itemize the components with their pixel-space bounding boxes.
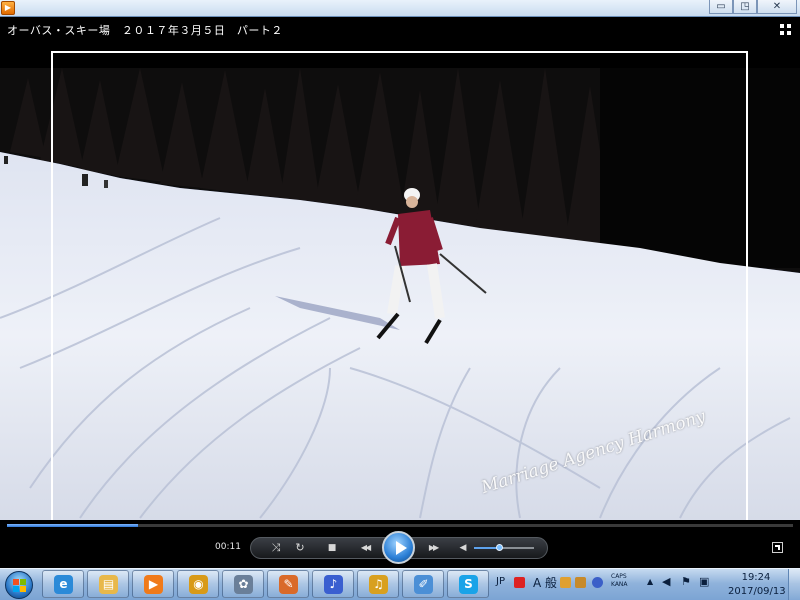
seek-progress	[7, 524, 139, 527]
ime-mode[interactable]: A 般	[533, 574, 557, 591]
taskbar-paint-app-button[interactable]: ✐	[402, 570, 444, 598]
ime-tool-icon[interactable]	[560, 577, 571, 588]
audio-app-icon: ♫	[369, 575, 388, 594]
kana-indicator: KANA	[611, 581, 628, 588]
layout-grid-icon	[780, 24, 784, 28]
music-app-icon: ♪	[324, 575, 343, 594]
taskbar-audio-app-button[interactable]: ♫	[357, 570, 399, 598]
windows-logo-icon	[13, 579, 19, 585]
close-button[interactable]: ✕	[757, 0, 797, 14]
ime-language[interactable]: JP	[496, 576, 505, 587]
show-desktop-button[interactable]	[788, 569, 800, 600]
ime-icon[interactable]	[514, 577, 525, 588]
help-icon[interactable]	[592, 577, 603, 588]
fullscreen-button[interactable]	[772, 542, 783, 553]
taskbar-music-app-button[interactable]: ♪	[312, 570, 354, 598]
media-app-icon: ◉	[189, 575, 208, 594]
video-title: オーバス・スキー場 ２０１７年３月５日 パート２	[7, 24, 283, 37]
ski-slope-scene	[0, 68, 800, 520]
switch-to-library-button[interactable]	[780, 24, 792, 36]
clock-time[interactable]: 19:24	[738, 572, 774, 583]
photo-app-icon: ✿	[234, 575, 253, 594]
caps-indicator: CAPS	[611, 573, 627, 580]
action-center-flag-icon[interactable]: ⚑	[681, 575, 691, 588]
skype-icon: S	[459, 575, 478, 594]
mute-button[interactable]: ◀	[456, 541, 470, 555]
play-button[interactable]	[382, 531, 415, 564]
taskbar-windows-media-player-button[interactable]: ▶	[132, 570, 174, 598]
paint-app-icon: ✐	[414, 575, 433, 594]
internet-explorer-icon: e	[54, 575, 73, 594]
minimize-button[interactable]: ▭	[709, 0, 733, 14]
next-button[interactable]: ▶▶	[420, 541, 446, 555]
taskbar-file-explorer-button[interactable]: ▤	[87, 570, 129, 598]
taskbar-skype-button[interactable]: S	[447, 570, 489, 598]
show-hidden-icons-button[interactable]: ▲	[647, 577, 653, 586]
previous-button[interactable]: ◀◀	[352, 541, 378, 555]
elapsed-time: 00:11	[215, 542, 241, 552]
windows-media-player-icon: ▶	[144, 575, 163, 594]
window-titlebar[interactable]: ▶ ▭ ◳ ✕	[0, 0, 800, 17]
wmp-app-icon[interactable]: ▶	[1, 1, 15, 15]
ime-dictionary-icon[interactable]	[575, 577, 586, 588]
clock-date[interactable]: 2017/09/13	[728, 586, 786, 597]
window-controls: ▭ ◳ ✕	[709, 0, 797, 14]
taskbar-internet-explorer-button[interactable]: e	[42, 570, 84, 598]
network-icon[interactable]: ▣	[699, 575, 709, 588]
taskbar-media-app-button[interactable]: ◉	[177, 570, 219, 598]
media-player-window: ▶ ▭ ◳ ✕ オーバス・スキー場 ２０１７年３月５日 パート２ Marriag…	[0, 0, 800, 600]
seek-bar[interactable]	[7, 524, 793, 527]
taskbar-image-editor-button[interactable]: ✎	[267, 570, 309, 598]
repeat-button[interactable]: ↻	[292, 541, 308, 555]
file-explorer-icon: ▤	[99, 575, 118, 594]
start-button[interactable]	[5, 571, 33, 599]
image-editor-icon: ✎	[279, 575, 298, 594]
maximize-button[interactable]: ◳	[733, 0, 757, 14]
volume-tray-icon[interactable]: ◀	[662, 575, 670, 588]
taskbar-photo-app-button[interactable]: ✿	[222, 570, 264, 598]
video-display[interactable]	[0, 68, 800, 520]
shuffle-button[interactable]: ⤨	[268, 541, 284, 555]
volume-slider[interactable]	[474, 544, 534, 551]
stop-button[interactable]: ■	[325, 541, 339, 555]
distant-skier	[4, 156, 8, 164]
